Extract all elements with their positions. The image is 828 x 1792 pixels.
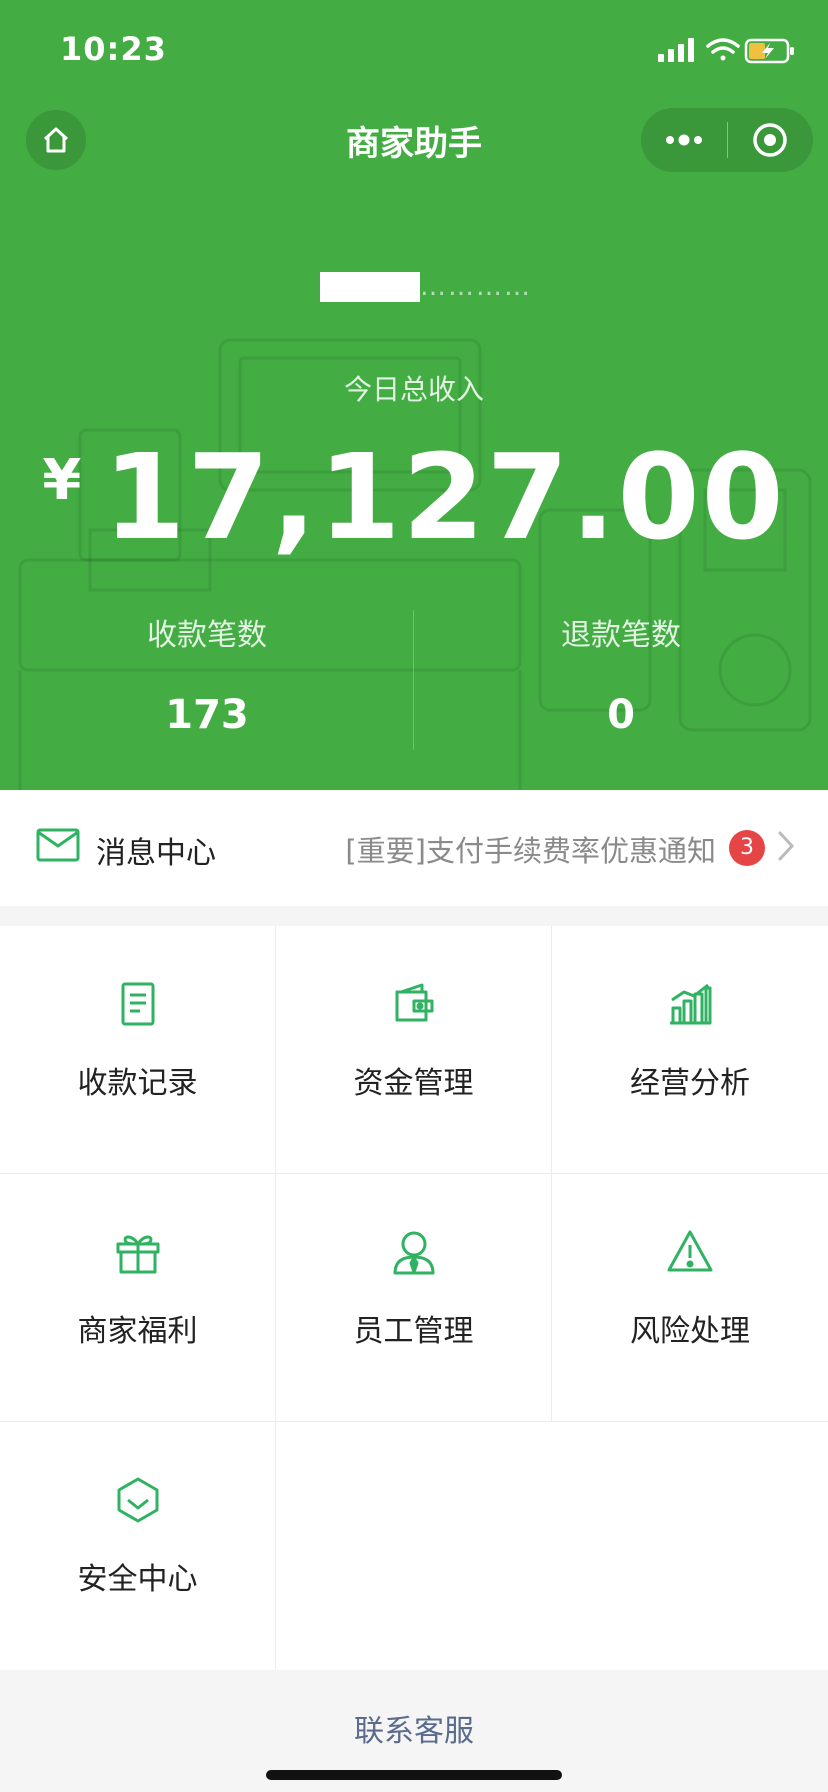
menu-item-fund-management[interactable]: 资金管理: [276, 926, 552, 1174]
store-name-redaction: [320, 272, 420, 302]
menu-label: 收款记录: [77, 1066, 198, 1101]
gift-icon: [116, 1235, 160, 1274]
message-center-title: 消息中心: [96, 836, 216, 871]
refunds-count-label: 退款笔数: [561, 618, 681, 653]
store-name: …………: [420, 272, 532, 302]
hero-header: 10:23 商家助手 ………… 今日总收入 ¥ 17,127.00 收款笔数 1…: [0, 0, 828, 790]
menu-item-business-analysis[interactable]: 经营分析: [552, 926, 828, 1174]
message-center-bar[interactable]: 消息中心 [重要]支付手续费率优惠通知 3: [0, 790, 828, 906]
today-income-amount[interactable]: ¥17,127.00: [0, 438, 828, 556]
close-target-icon: [753, 123, 787, 157]
status-bar: 10:23: [0, 0, 828, 100]
menu-item-risk-handling[interactable]: 风险处理: [552, 1174, 828, 1422]
miniprogram-capsule: [641, 108, 813, 172]
more-dots-icon: [666, 134, 702, 146]
income-amount-value: 17,127.00: [103, 428, 786, 566]
menu-item-merchant-benefits[interactable]: 商家福利: [0, 1174, 276, 1422]
chevron-right-icon: [778, 831, 795, 861]
payments-count-stat[interactable]: 收款笔数 173: [0, 610, 414, 738]
status-indicators: [658, 38, 794, 64]
menu-item-security-center[interactable]: 安全中心: [0, 1422, 276, 1670]
menu-item-payment-records[interactable]: 收款记录: [0, 926, 276, 1174]
currency-symbol: ¥: [42, 448, 82, 513]
payments-count-label: 收款笔数: [147, 618, 267, 653]
menu-label: 员工管理: [353, 1314, 474, 1349]
bar-chart-icon: [670, 983, 712, 1025]
feature-grid: 收款记录 资金管理 经营分析 商家福利 员工管理 风险处理 安全中心: [0, 926, 828, 1670]
unread-badge: 3: [729, 830, 765, 866]
latest-message-text: [重要]支付手续费率优惠通知: [345, 834, 716, 868]
screen: 10:23 商家助手 ………… 今日总收入 ¥ 17,127.00 收款笔数 1…: [0, 0, 828, 1792]
nav-bar: 商家助手: [0, 100, 828, 184]
refunds-count-stat[interactable]: 退款笔数 0: [414, 610, 828, 738]
menu-label: 资金管理: [353, 1066, 474, 1101]
close-button[interactable]: [727, 108, 813, 172]
signal-icon: [658, 38, 694, 62]
contact-support-link[interactable]: 联系客服: [0, 1706, 828, 1750]
payments-count-value: 173: [165, 692, 249, 738]
menu-label: 安全中心: [77, 1562, 198, 1597]
today-income-label: 今日总收入: [343, 373, 484, 406]
footer: 联系客服: [0, 1670, 828, 1792]
status-time: 10:23: [60, 30, 167, 68]
more-button[interactable]: [641, 108, 727, 172]
mail-icon: [36, 828, 80, 862]
shield-icon: [117, 1477, 159, 1523]
battery-icon: [744, 38, 794, 64]
wifi-icon: [706, 38, 740, 61]
home-indicator: [266, 1770, 562, 1780]
employee-icon: [393, 1231, 435, 1275]
menu-label: 经营分析: [630, 1066, 750, 1101]
menu-label: 风险处理: [630, 1314, 750, 1349]
wallet-icon: [395, 983, 434, 1022]
warning-icon: [667, 1230, 713, 1272]
menu-item-staff-management[interactable]: 员工管理: [276, 1174, 552, 1422]
stats-row: 收款笔数 173 退款笔数 0: [0, 610, 828, 750]
refunds-count-value: 0: [607, 692, 635, 738]
receipt-icon: [121, 982, 155, 1026]
menu-label: 商家福利: [77, 1314, 198, 1349]
